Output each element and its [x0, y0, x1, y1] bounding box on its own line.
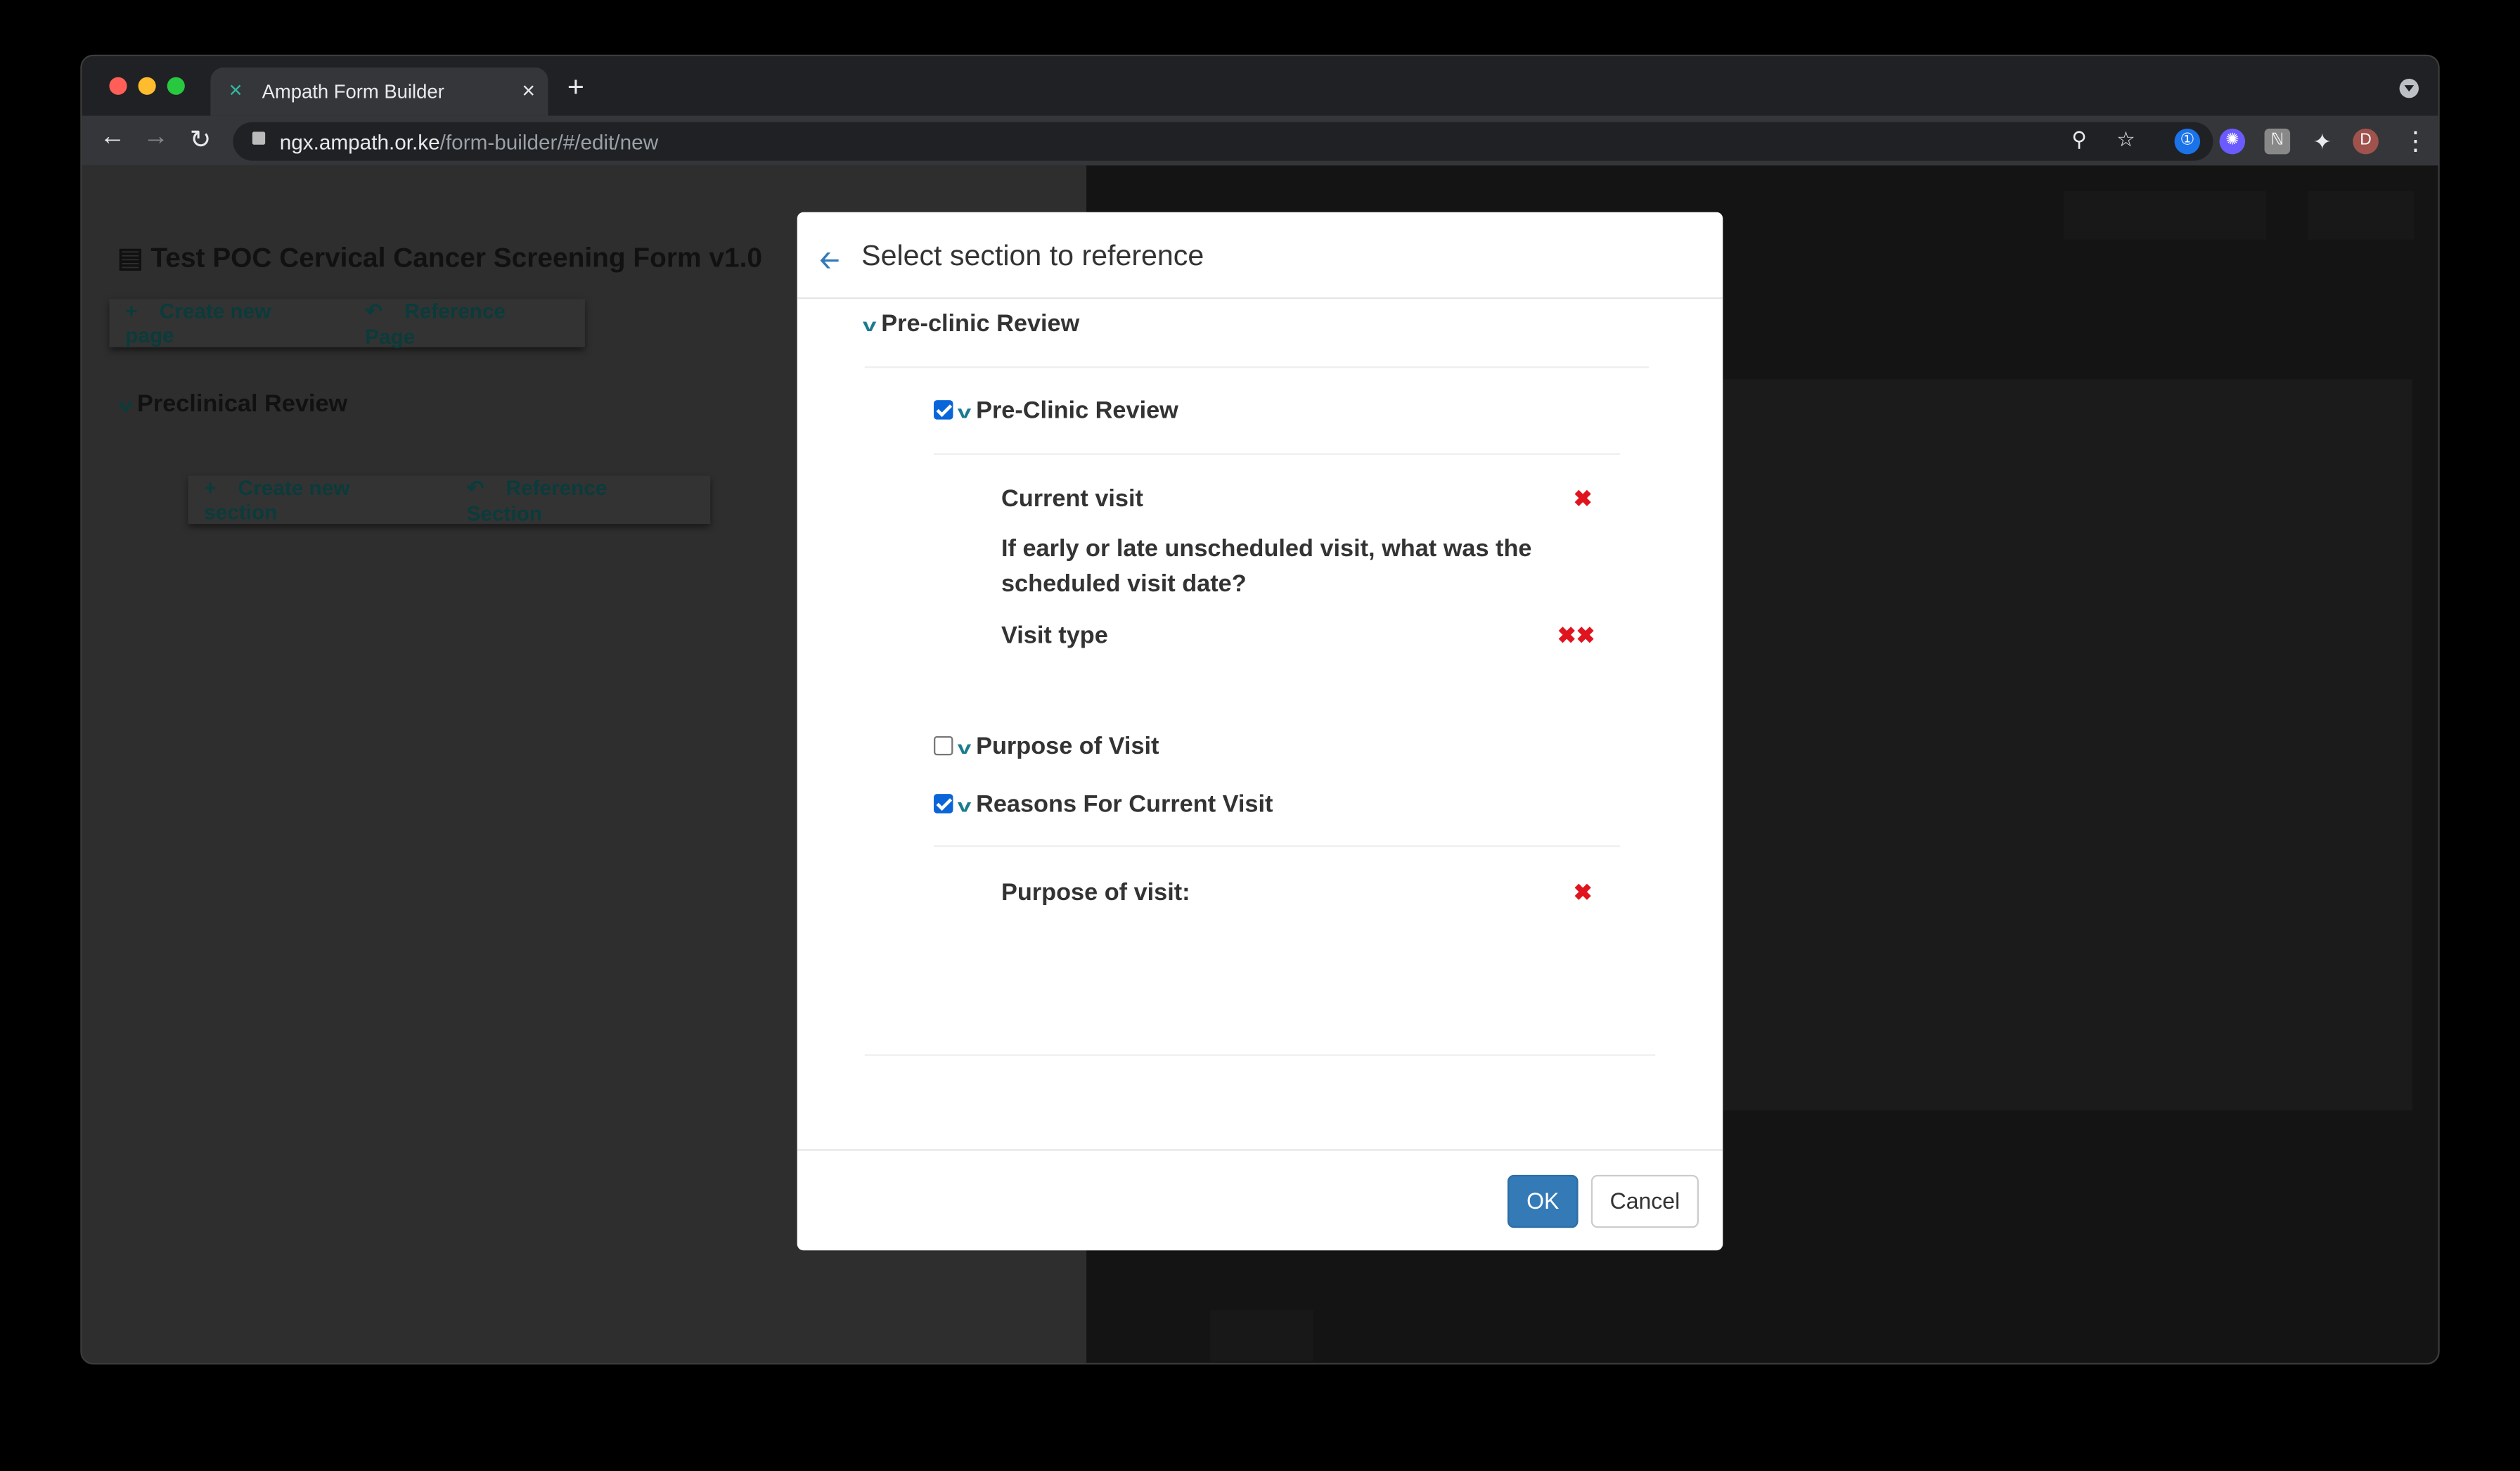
tree-section-item[interactable]: v Pre-Clinic Review	[958, 397, 1178, 425]
section-label: Pre-Clinic Review	[976, 397, 1178, 425]
form-title-text: Test POC Cervical Cancer Screening Form …	[150, 243, 762, 274]
chevron-down-icon: v	[118, 397, 133, 416]
divider	[864, 1054, 1656, 1056]
avatar[interactable]: D	[2353, 128, 2379, 155]
question-item: If early or late unscheduled visit, what…	[1001, 535, 1532, 598]
create-page-button[interactable]: + Create new page	[109, 299, 349, 347]
new-tab-button[interactable]: +	[567, 71, 584, 105]
zoom-icon[interactable]: ⚲	[2071, 127, 2087, 153]
chevron-down-icon[interactable]: v	[958, 739, 972, 758]
tab-search-icon[interactable]	[2399, 78, 2419, 98]
star-icon[interactable]: ☆	[2116, 127, 2135, 153]
chevron-down-icon[interactable]: v	[958, 404, 972, 423]
form-icon: ▤	[117, 243, 151, 274]
toolbar-button[interactable]	[2063, 191, 2266, 240]
divider	[864, 366, 1650, 368]
reference-page-label: Reference Page	[365, 297, 506, 348]
forward-arrow-icon[interactable]: →	[143, 124, 169, 153]
create-section-button[interactable]: + Create new section	[188, 476, 450, 525]
tree-page-label: Pre-clinic Review	[881, 310, 1080, 338]
modal-header: 🡠 Select section to reference	[797, 212, 1723, 300]
chevron-down-icon[interactable]: v	[958, 797, 972, 816]
address-bar[interactable]: ngx.ampath.or.ke/form-builder/#/edit/new…	[233, 122, 2213, 161]
page-heading-label: Preclinical Review	[136, 390, 348, 418]
section-checkbox[interactable]	[933, 736, 953, 756]
footer-button[interactable]	[1210, 1309, 1313, 1361]
tab-close-icon[interactable]: ×	[522, 77, 535, 103]
question-item: Visit type	[1001, 622, 1108, 650]
back-arrow-icon[interactable]: ←	[100, 124, 126, 153]
favicon-icon: ✕	[228, 82, 243, 101]
cancel-button[interactable]: Cancel	[1590, 1174, 1699, 1228]
tree-section-item[interactable]: v Purpose of Visit	[958, 733, 1159, 761]
browser-toolbar: ← → ↻ ngx.ampath.or.ke/form-builder/#/ed…	[82, 115, 2438, 166]
section-label: Reasons For Current Visit	[976, 790, 1273, 818]
back-arrow-icon[interactable]: 🡠	[820, 244, 840, 284]
page-button-group: + Create new page ↶ Reference Page	[109, 298, 585, 348]
close-window-button[interactable]	[109, 77, 127, 95]
question-item: Purpose of visit:	[1001, 879, 1190, 907]
url-path: /form-builder/#/edit/new	[439, 130, 659, 155]
divider	[933, 845, 1620, 847]
reference-page-button[interactable]: ↶ Reference Page	[349, 298, 585, 348]
url-host: ngx.ampath.or.ke	[279, 130, 440, 155]
form-title: ▤ Test POC Cervical Cancer Screening For…	[117, 243, 762, 275]
reference-section-modal: 🡠 Select section to reference v Pre-clin…	[797, 212, 1723, 1251]
chevron-down-icon[interactable]: v	[863, 316, 877, 335]
browser-tab[interactable]: ✕ Ampath Form Builder ×	[210, 67, 548, 116]
create-page-label: Create new page	[125, 299, 271, 347]
lock-icon[interactable]	[252, 131, 266, 145]
tab-title: Ampath Form Builder	[262, 80, 444, 103]
page-heading[interactable]: v Preclinical Review	[118, 390, 348, 418]
minimize-window-button[interactable]	[138, 77, 156, 95]
preview-panel	[1705, 379, 2412, 1111]
url-text: ngx.ampath.or.ke/form-builder/#/edit/new	[280, 130, 658, 154]
remove-icon[interactable]: ✖	[1574, 879, 1593, 906]
extension-icon[interactable]: ✺	[2219, 128, 2246, 155]
maximize-window-button[interactable]	[167, 77, 185, 95]
extension-icon[interactable]: ℕ	[2264, 128, 2291, 155]
puzzle-icon[interactable]: ✦	[2310, 129, 2336, 155]
more-icon[interactable]: ⋮	[2403, 125, 2429, 158]
section-checkbox[interactable]	[933, 400, 953, 420]
modal-footer: OK Cancel	[797, 1149, 1723, 1250]
tree-page-item[interactable]: v Pre-clinic Review	[863, 310, 1080, 338]
reference-section-button[interactable]: ↶ Reference Section	[451, 475, 710, 525]
divider	[933, 453, 1620, 455]
tab-strip: ✕ Ampath Form Builder × +	[82, 56, 2438, 116]
reference-section-label: Reference Section	[466, 475, 608, 525]
reload-icon[interactable]: ↻	[190, 124, 212, 156]
section-button-group: + Create new section ↶ Reference Section	[188, 475, 711, 525]
tree-section-item[interactable]: v Reasons For Current Visit	[958, 790, 1273, 818]
remove-icon[interactable]: ✖✖	[1557, 622, 1595, 650]
modal-title: Select section to reference	[861, 239, 1204, 272]
create-section-label: Create new section	[204, 475, 350, 525]
remove-icon[interactable]: ✖	[1574, 485, 1593, 513]
password-manager-icon[interactable]: ①	[2174, 128, 2201, 155]
toolbar-button[interactable]	[2308, 191, 2415, 240]
section-checkbox[interactable]	[933, 794, 953, 814]
ok-button[interactable]: OK	[1507, 1174, 1579, 1228]
section-label: Purpose of Visit	[976, 733, 1159, 761]
question-item: Current visit	[1001, 485, 1143, 513]
